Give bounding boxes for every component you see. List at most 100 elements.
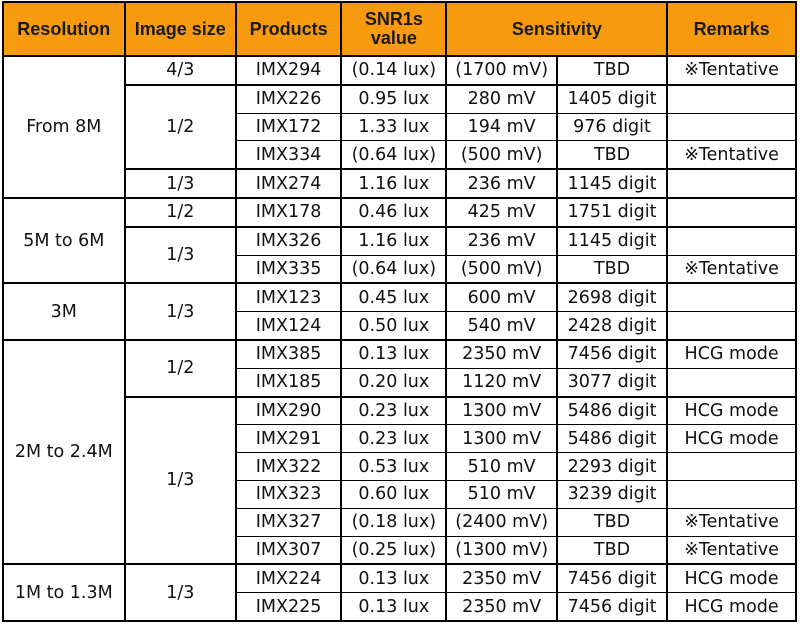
product-cell: IMX226 <box>234 83 343 114</box>
sensitivity-digit-cell: 7456 digit <box>555 338 669 369</box>
snr-cell: 0.50 lux <box>340 311 448 341</box>
sensitivity-mv-cell: (500 mV) <box>445 254 558 285</box>
remarks-cell <box>666 479 797 509</box>
snr-cell: 0.53 lux <box>340 452 448 481</box>
resolution-cell: 2M to 2.4M <box>2 338 126 566</box>
sensitivity-mv-cell: (2400 mV) <box>445 507 558 537</box>
resolution-cell: 5M to 6M <box>2 196 126 285</box>
sensitivity-digit-cell: 1145 digit <box>555 225 669 256</box>
remarks-cell <box>666 452 797 481</box>
snr-cell: 1.33 lux <box>340 112 448 142</box>
header-image-size: Image size <box>123 1 237 57</box>
image-size-cell: 1/2 <box>123 196 237 228</box>
table-row: From 8M 4/3 IMX294 (0.14 lux) (1700 mV) TBD ※T… <box>2 55 797 199</box>
sensitivity-digit-cell: 1145 digit <box>555 168 669 199</box>
image-size-cell: 1/3 <box>123 282 237 341</box>
sensitivity-mv-cell: 2350 mV <box>445 338 558 369</box>
table-row: 3M 1/3 IMX123 0.45 lux 600 mV 2698 digit <box>2 282 797 341</box>
product-cell: IMX322 <box>234 452 343 481</box>
image-size-cell: 1/2 <box>123 338 237 398</box>
image-size-cell: 1/3 <box>123 395 237 566</box>
remarks-cell <box>666 225 797 256</box>
sensitivity-digit-cell: 1405 digit <box>555 83 669 114</box>
sensitivity-mv-cell: 510 mV <box>445 479 558 509</box>
sensitivity-digit-cell: 2698 digit <box>555 282 669 313</box>
table-row: 5M to 6M 1/2 IMX178 0.46 lux 425 mV 1751 digi… <box>2 196 797 285</box>
remarks-cell: ※Tentative <box>666 55 797 86</box>
sensitivity-mv-cell: 1300 mV <box>445 395 558 426</box>
header-row: Resolution Image size Products SNR1s val… <box>2 1 797 57</box>
sensitivity-mv-cell: 194 mV <box>445 112 558 142</box>
sensitivity-digit-cell: 7456 digit <box>555 563 669 594</box>
sensor-comparison-table: Resolution Image size Products SNR1s val… <box>2 1 797 622</box>
sensitivity-digit-cell: 3077 digit <box>555 367 669 398</box>
remarks-cell <box>666 112 797 142</box>
snr-cell: (0.64 lux) <box>340 140 448 171</box>
header-remarks: Remarks <box>666 1 797 57</box>
sensitivity-mv-cell: (500 mV) <box>445 140 558 171</box>
remarks-cell <box>666 282 797 313</box>
remarks-cell <box>666 311 797 341</box>
sensitivity-mv-cell: (1300 mV) <box>445 535 558 566</box>
remarks-cell: ※Tentative <box>666 507 797 537</box>
sensitivity-digit-cell: 1751 digit <box>555 196 669 228</box>
snr-cell: 0.13 lux <box>340 338 448 369</box>
remarks-cell: ※Tentative <box>666 140 797 171</box>
remarks-cell <box>666 83 797 114</box>
remarks-cell: ※Tentative <box>666 535 797 566</box>
snr-cell: 1.16 lux <box>340 168 448 199</box>
product-cell: IMX385 <box>234 338 343 369</box>
snr-cell: (0.14 lux) <box>340 55 448 86</box>
sensitivity-mv-cell: 1300 mV <box>445 424 558 454</box>
remarks-cell: HCG mode <box>666 424 797 454</box>
snr-cell: (0.64 lux) <box>340 254 448 285</box>
snr-cell: 1.16 lux <box>340 225 448 256</box>
product-cell: IMX326 <box>234 225 343 256</box>
sensitivity-digit-cell: 5486 digit <box>555 395 669 426</box>
product-cell: IMX294 <box>234 55 343 86</box>
snr-cell: 0.45 lux <box>340 282 448 313</box>
sensitivity-mv-cell: 236 mV <box>445 168 558 199</box>
resolution-cell: 1M to 1.3M <box>2 563 126 622</box>
sensitivity-digit-cell: 2428 digit <box>555 311 669 341</box>
sensitivity-digit-cell: TBD <box>555 140 669 171</box>
image-size-cell: 1/3 <box>123 168 237 199</box>
header-snr1s: SNR1s value <box>340 1 448 57</box>
sensitivity-mv-cell: 2350 mV <box>445 563 558 594</box>
product-cell: IMX290 <box>234 395 343 426</box>
product-cell: IMX123 <box>234 282 343 313</box>
snr-cell: 0.60 lux <box>340 479 448 509</box>
sensitivity-digit-cell: 7456 digit <box>555 592 669 622</box>
product-cell: IMX172 <box>234 112 343 142</box>
sensitivity-mv-cell: 2350 mV <box>445 592 558 622</box>
remarks-cell: HCG mode <box>666 592 797 622</box>
sensitivity-mv-cell: 236 mV <box>445 225 558 256</box>
product-cell: IMX124 <box>234 311 343 341</box>
image-size-cell: 1/2 <box>123 83 237 171</box>
product-cell: IMX334 <box>234 140 343 171</box>
snr-cell: (0.25 lux) <box>340 535 448 566</box>
image-size-cell: 1/3 <box>123 563 237 622</box>
sensitivity-mv-cell: 600 mV <box>445 282 558 313</box>
snr-cell: 0.20 lux <box>340 367 448 398</box>
product-cell: IMX323 <box>234 479 343 509</box>
sensitivity-digit-cell: TBD <box>555 535 669 566</box>
table-row: 1M to 1.3M 1/3 IMX224 0.13 lux 2350 mV 7456 d… <box>2 563 797 622</box>
sensitivity-mv-cell: 510 mV <box>445 452 558 481</box>
sensitivity-digit-cell: 3239 digit <box>555 479 669 509</box>
snr-cell: 0.13 lux <box>340 563 448 594</box>
snr-cell: 0.13 lux <box>340 592 448 622</box>
product-cell: IMX185 <box>234 367 343 398</box>
resolution-cell: From 8M <box>2 55 126 199</box>
header-sensitivity: Sensitivity <box>445 1 669 57</box>
product-cell: IMX225 <box>234 592 343 622</box>
sensitivity-digit-cell: 976 digit <box>555 112 669 142</box>
remarks-cell: ※Tentative <box>666 254 797 285</box>
remarks-cell <box>666 367 797 398</box>
snr-cell: 0.23 lux <box>340 424 448 454</box>
sensitivity-digit-cell: 5486 digit <box>555 424 669 454</box>
sensitivity-mv-cell: (1700 mV) <box>445 55 558 86</box>
snr-cell: 0.23 lux <box>340 395 448 426</box>
sensitivity-digit-cell: TBD <box>555 55 669 86</box>
product-cell: IMX178 <box>234 196 343 228</box>
